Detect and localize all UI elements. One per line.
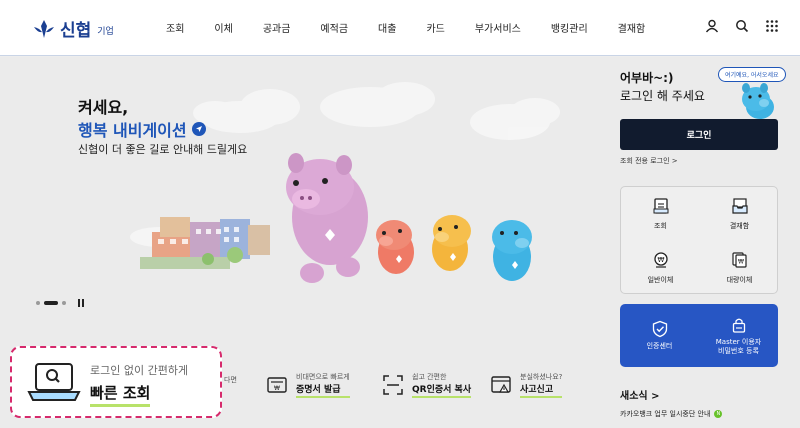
service-bulk-transfer-label: 대량이체 <box>726 276 753 284</box>
security-service-card: 인증센터 Master 이용자 비밀번호 등록 <box>620 304 778 367</box>
service-inquiry-label: 조회 <box>654 222 667 230</box>
news-item-text: 카카오뱅크 업무 일시중단 안내 <box>620 410 711 418</box>
logo-text: 신협 <box>60 21 92 41</box>
news-item[interactable]: 카카오뱅크 업무 일시중단 안내 N <box>620 409 723 419</box>
nav-item-utility-bills[interactable]: 공과금 <box>263 20 291 35</box>
service-bulk-transfer[interactable]: ₩ 대량이체 <box>700 241 779 295</box>
incident-report-text: 분실하셨나요? 사고신고 <box>520 372 563 398</box>
bulk-transfer-icon: ₩ <box>731 252 747 268</box>
nav-item-extra-services[interactable]: 부가서비스 <box>475 20 521 35</box>
warning-window-icon <box>491 376 511 393</box>
header-icons <box>704 18 780 34</box>
view-only-login-link[interactable]: 조회 전용 로그인 > <box>620 156 678 166</box>
logo[interactable]: 신협 기업 <box>32 16 114 41</box>
service-transfer[interactable]: ₩ 일반이체 <box>621 241 700 295</box>
inbox-icon <box>731 198 748 214</box>
svg-text:₩: ₩ <box>657 256 664 264</box>
incident-report-title: 사고신고 <box>520 382 563 398</box>
carousel-dot-3[interactable] <box>62 301 66 305</box>
hero-banner[interactable]: 켜세요, 행복 내비게이션 신협이 더 좋은 길로 안내해 드릴게요 <box>0 57 606 347</box>
document-icon <box>653 198 668 214</box>
mascot-icon <box>742 83 774 119</box>
mascot-speech-bubble: 여기예요, 어서오세요 <box>718 67 786 82</box>
certificate-issue-link[interactable]: ₩ 비대면으로 빠르게 증명서 발급 <box>266 372 350 398</box>
fast-lookup-subtitle: 로그인 없이 간편하게 <box>90 364 189 377</box>
certificate-center-button[interactable]: 인증센터 <box>620 304 699 367</box>
grid-menu-icon[interactable] <box>764 18 780 34</box>
service-approval-label: 결재함 <box>729 222 750 230</box>
svg-text:₩: ₩ <box>274 385 280 392</box>
certificate-icon: ₩ <box>267 377 287 393</box>
login-panel: 어부바~:) 로그인 해 주세요 여기예요, 어서오세요 로그인 조회 전용 로… <box>606 57 800 428</box>
qr-cert-copy-text: 쉽고 간편한 QR인증서 복사 <box>412 372 472 398</box>
greeting-title: 어부바~:) <box>620 71 674 85</box>
laptop-search-icon <box>27 363 81 401</box>
incident-report-link[interactable]: 분실하셨나요? 사고신고 <box>490 372 563 398</box>
login-button[interactable]: 로그인 <box>620 119 778 150</box>
certificate-issue-sub: 비대면으로 빠르게 <box>296 373 350 381</box>
carousel-pause-icon[interactable] <box>78 299 86 307</box>
certificate-issue-text: 비대면으로 빠르게 증명서 발급 <box>296 372 350 398</box>
service-transfer-label: 일반이체 <box>647 276 674 284</box>
main-nav: 조회 이체 공과금 예적금 대출 카드 부가서비스 뱅킹관리 결재함 <box>166 20 675 35</box>
fast-lookup-card[interactable]: 로그인 없이 간편하게 빠른 조회 <box>10 346 222 418</box>
nav-item-banking-management[interactable]: 뱅킹관리 <box>551 20 588 35</box>
news-section-title[interactable]: 새소식 > <box>620 387 659 402</box>
nav-item-deposits[interactable]: 예적금 <box>320 20 348 35</box>
svg-text:₩: ₩ <box>738 259 744 266</box>
nav-item-transfer[interactable]: 이체 <box>214 20 232 35</box>
user-icon[interactable] <box>704 18 720 34</box>
nav-item-cards[interactable]: 카드 <box>426 20 444 35</box>
service-approval[interactable]: 결재함 <box>700 187 779 241</box>
navigation-arrow-icon <box>191 122 206 136</box>
hero-headline-1: 켜세요, <box>78 98 129 117</box>
certificate-center-label: 인증센터 <box>646 342 673 350</box>
master-password-button[interactable]: Master 이용자 비밀번호 등록 <box>699 304 778 367</box>
hero-subtext: 신협이 더 좋은 길로 안내해 드릴게요 <box>78 143 248 156</box>
carousel-pager <box>36 299 86 307</box>
site-header: 신협 기업 조회 이체 공과금 예적금 대출 카드 부가서비스 뱅킹관리 결재함 <box>0 0 800 56</box>
quick-menu-truncated-text: 다면 <box>224 376 237 384</box>
qr-cert-copy-link[interactable]: 쉽고 간편한 QR인증서 복사 <box>382 372 472 398</box>
qr-cert-copy-sub: 쉽고 간편한 <box>412 373 447 381</box>
hero-headline-2-text: 행복 내비게이션 <box>78 121 187 140</box>
logo-sub: 기업 <box>97 27 114 37</box>
master-password-label: Master 이용자 비밀번호 등록 <box>715 337 762 355</box>
search-icon[interactable] <box>734 18 750 34</box>
certificate-issue-title: 증명서 발급 <box>296 382 350 398</box>
fast-lookup-title: 빠른 조회 <box>90 382 151 407</box>
qr-cert-copy-title: QR인증서 복사 <box>412 382 472 398</box>
hero-illustration <box>130 82 560 283</box>
service-inquiry[interactable]: 조회 <box>621 187 700 241</box>
carousel-dot-1[interactable] <box>36 301 40 305</box>
nav-item-loans[interactable]: 대출 <box>378 20 396 35</box>
incident-report-sub: 분실하셨나요? <box>520 373 563 381</box>
new-badge: N <box>714 410 723 418</box>
carousel-dot-2[interactable] <box>44 301 58 305</box>
quick-service-grid: 조회 결재함 ₩ 일반이체 ₩ 대량이체 <box>620 186 778 294</box>
lock-icon <box>732 318 745 333</box>
shield-check-icon <box>652 320 667 338</box>
hero-headline-2: 행복 내비게이션 <box>78 117 206 141</box>
greeting-subtitle: 로그인 해 주세요 <box>620 89 705 103</box>
nav-item-inquiry[interactable]: 조회 <box>166 20 184 35</box>
logo-mark-icon <box>34 19 54 38</box>
nav-item-approval[interactable]: 결재함 <box>618 20 646 35</box>
qr-scan-icon <box>383 375 403 395</box>
won-transfer-icon: ₩ <box>653 252 668 268</box>
